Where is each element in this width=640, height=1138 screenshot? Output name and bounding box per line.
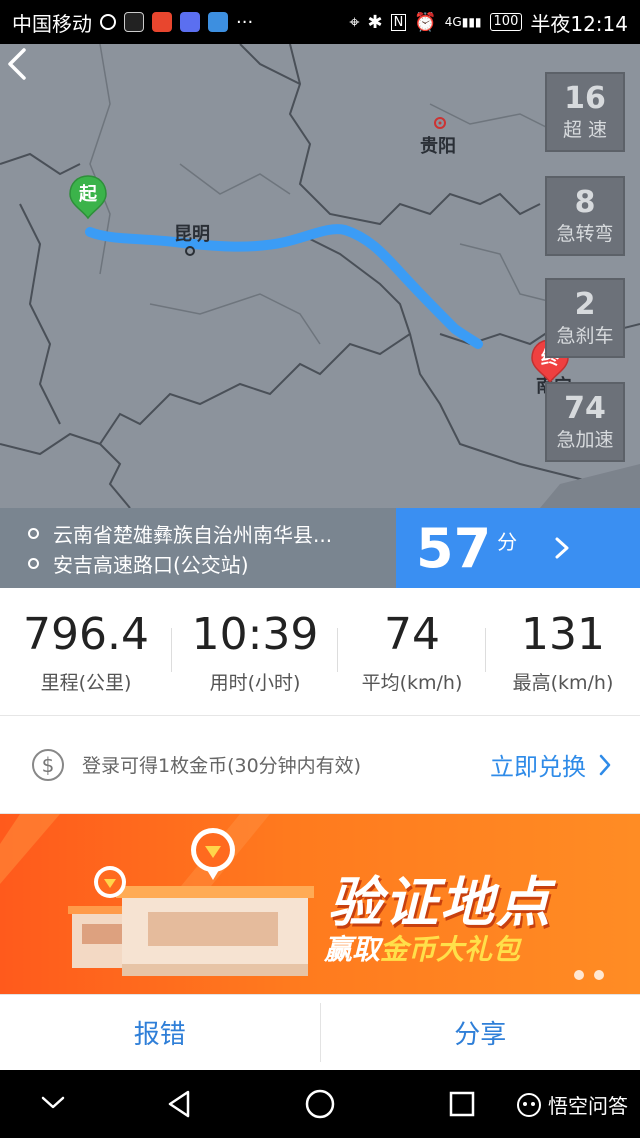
system-nav-bar: 悟空问答 [0, 1070, 640, 1138]
chevron-down-icon[interactable] [40, 1094, 66, 1112]
stat-max-speed: 131 最高(km/h) [486, 588, 640, 715]
start-pin-icon: 起 [68, 174, 108, 220]
redeem-label: 立即兑换 [490, 753, 586, 781]
stat-avg-speed: 74 平均(km/h) [338, 588, 486, 715]
building-illustration [0, 814, 314, 976]
redeem-button[interactable]: 立即兑换 [490, 747, 612, 782]
tiktok-app-icon [124, 12, 144, 32]
sharp-turn-card[interactable]: 8 急转弯 [545, 176, 625, 256]
carousel-dot [594, 970, 604, 980]
end-address: 安吉高速路口(公交站) [53, 552, 249, 577]
start-pin-label: 起 [79, 184, 97, 205]
banner-title: 验证地点 [328, 871, 552, 934]
watermark-text: 悟空问答 [548, 1094, 628, 1118]
duration-button[interactable]: 57 分 [396, 508, 640, 588]
stat-duration-value: 10:39 [191, 609, 319, 660]
city-label-kunming: 昆明 [174, 224, 210, 245]
status-bar: 中国移动 ··· ⌖ ✱ N ⏰ 4G▮▮▮ 100 半夜12:14 [0, 0, 640, 44]
share-button[interactable]: 分享 [321, 995, 640, 1070]
overspeed-count: 16 [564, 81, 606, 116]
route-address-bar: 云南省楚雄彝族自治州南华县... 安吉高速路口(公交站) 57 分 [0, 508, 640, 588]
carousel-dots [574, 970, 604, 980]
stat-max-speed-label: 最高(km/h) [512, 672, 614, 694]
stat-duration-label: 用时(小时) [209, 672, 301, 694]
stat-distance-value: 796.4 [23, 609, 149, 660]
wukong-logo-icon [517, 1092, 541, 1117]
rapid-accel-label: 急加速 [556, 429, 614, 451]
banner-subtitle-highlight: 金币大礼包 [380, 933, 521, 966]
more-dots-icon: ··· [236, 11, 254, 33]
player-app-icon [180, 12, 200, 32]
hard-brake-label: 急刹车 [556, 325, 614, 347]
back-arrow-icon[interactable] [0, 44, 36, 84]
carrier-label: 中国移动 [12, 11, 92, 36]
chevron-right-icon [555, 537, 569, 559]
sharp-turn-label: 急转弯 [556, 223, 614, 245]
carousel-dot [574, 970, 584, 980]
start-dot-icon [28, 527, 39, 539]
duration-unit: 分 [497, 530, 518, 554]
city-label-guiyang: 贵阳 [420, 136, 456, 157]
report-error-button[interactable]: 报错 [0, 995, 320, 1070]
stat-distance-label: 里程(公里) [40, 672, 132, 694]
trip-stats: 796.4 里程(公里) 10:39 用时(小时) 74 平均(km/h) 13… [0, 588, 640, 716]
promo-banner[interactable]: 验证地点 赢取金币大礼包 [0, 814, 640, 994]
chevron-right-icon [599, 754, 611, 775]
route-map[interactable]: 贵阳 昆明 南宁 起 终 16 超 速 8 急转弯 2 急刹车 74 急加速 [0, 44, 640, 508]
stat-avg-speed-value: 74 [384, 609, 440, 660]
banner-subtitle: 赢取金币大礼包 [324, 928, 520, 968]
start-address: 云南省楚雄彝族自治州南华县... [53, 522, 333, 547]
home-circle-icon[interactable] [304, 1088, 336, 1120]
nfc-icon: N [390, 13, 407, 31]
route-line [85, 224, 483, 349]
rapid-accel-card[interactable]: 74 急加速 [545, 382, 625, 462]
stat-avg-speed-label: 平均(km/h) [361, 672, 463, 694]
location-icon: ⌖ [349, 11, 360, 33]
hard-brake-count: 2 [574, 287, 596, 322]
back-triangle-icon[interactable] [164, 1088, 194, 1120]
wifi-lock-icon [100, 14, 116, 30]
watermark: 悟空问答 [516, 1090, 628, 1119]
bluetooth-icon: ✱ [367, 11, 383, 33]
stat-distance: 796.4 里程(公里) [0, 588, 172, 715]
stat-duration: 10:39 用时(小时) [172, 588, 338, 715]
coin-reward-row: $ 登录可得1枚金币(30分钟内有效) 立即兑换 [0, 716, 640, 814]
recents-square-icon[interactable] [448, 1090, 476, 1118]
overspeed-label: 超 速 [562, 119, 608, 141]
map-canvas [0, 44, 640, 508]
rapid-accel-count: 74 [564, 391, 606, 426]
sharp-turn-count: 8 [574, 185, 596, 220]
battery-indicator: 100 [489, 13, 523, 31]
dollar-coin-icon: $ [32, 748, 64, 781]
hard-brake-card[interactable]: 2 急刹车 [545, 278, 625, 358]
end-dot-icon [28, 557, 39, 569]
overspeed-card[interactable]: 16 超 速 [545, 72, 625, 152]
signal-icon: 4G▮▮▮ [444, 15, 482, 29]
coin-reward-text: 登录可得1枚金币(30分钟内有效) [82, 755, 362, 777]
video-app-icon [152, 12, 172, 32]
stat-max-speed-value: 131 [521, 609, 605, 660]
alarm-icon: ⏰ [414, 11, 437, 33]
bottom-actions: 报错 分享 [0, 994, 640, 1070]
duration-value: 57 [416, 516, 492, 580]
banner-subtitle-prefix: 赢取 [324, 933, 381, 966]
wallet-app-icon [208, 12, 228, 32]
clock: 半夜12:14 [530, 11, 628, 36]
